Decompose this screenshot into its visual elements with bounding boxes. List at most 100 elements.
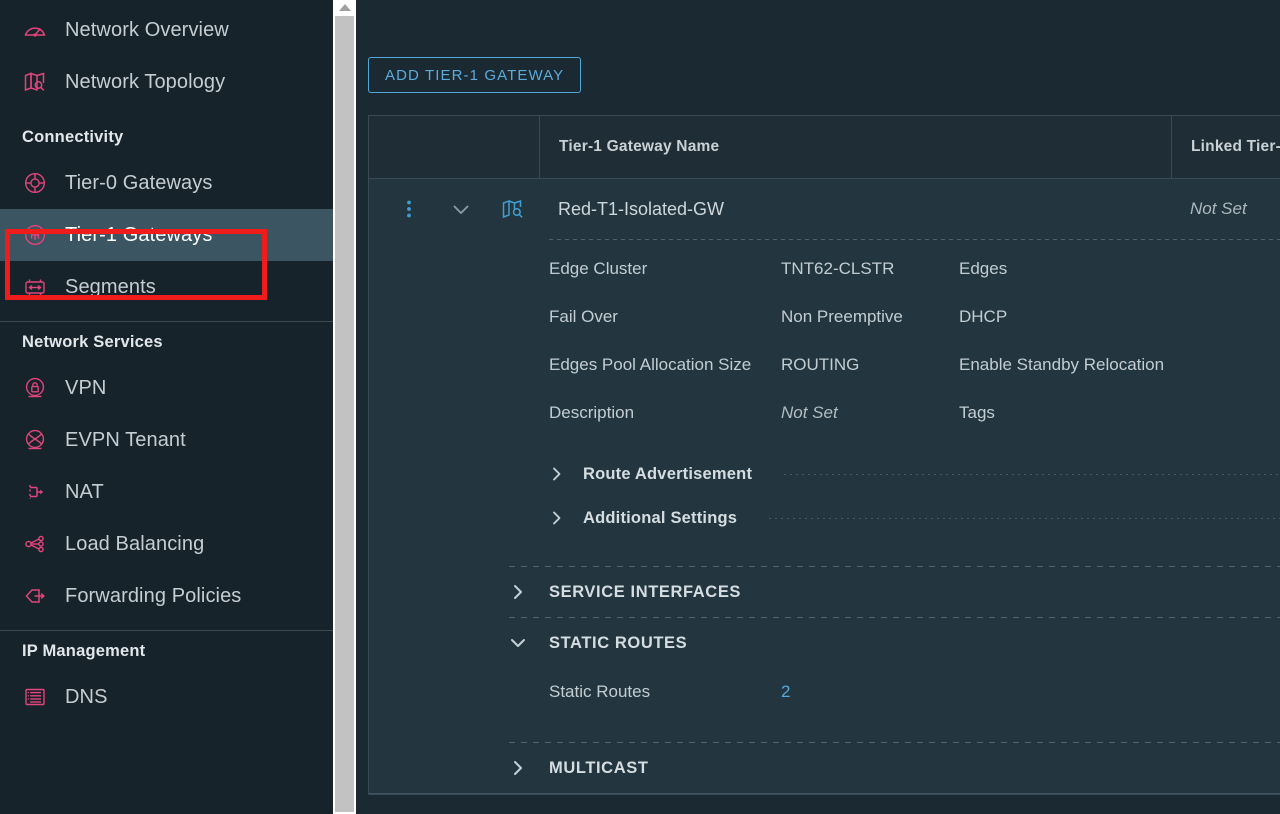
sidebar-item-label: Load Balancing [65, 532, 205, 555]
map-icon [22, 69, 48, 95]
sidebar-item-label: Segments [65, 275, 156, 298]
tier-1-gateways-table: Tier-1 Gateway Name Linked Tier-0 Gatewa… [368, 115, 1280, 795]
main-content: ADD TIER-1 GATEWAY Tier-1 Gateway Name L… [333, 0, 1280, 814]
row-gateway-name: Red-T1-Isolated-GW [558, 198, 725, 219]
sidebar-item-tier-0-gateways[interactable]: Tier-0 Gateways [0, 157, 333, 209]
detail-spacer [369, 540, 1280, 566]
sidebar-item-nat[interactable]: NAT [0, 466, 333, 518]
sidebar-item-evpn-tenant[interactable]: EVPN Tenant [0, 414, 333, 466]
detail-properties: Edge Cluster TNT62-CLSTR Fail Over Non P… [369, 240, 1280, 452]
property-value: TNT62-CLSTR [781, 259, 895, 278]
chevron-right-icon [509, 759, 527, 777]
section-static-routes[interactable]: STATIC ROUTES [369, 618, 1280, 668]
tier0-gateway-icon [22, 170, 48, 196]
table-header-name[interactable]: Tier-1 Gateway Name [539, 116, 1171, 178]
add-tier-1-gateway-button[interactable]: ADD TIER-1 GATEWAY [368, 57, 582, 93]
property-value: ROUTING [781, 355, 860, 374]
property-value: Non Preemptive [781, 307, 903, 326]
detail-property: Enable Standby Relocation [959, 352, 1280, 378]
table-row[interactable]: Red-T1-Isolated-GW Not Set [369, 179, 1280, 239]
toggle-additional-settings[interactable]: Additional Settings [369, 496, 1280, 540]
property-label: Fail Over [549, 307, 618, 326]
property-label: Tags [959, 403, 995, 422]
gauge-icon [22, 17, 48, 43]
section-multicast[interactable]: MULTICAST [369, 743, 1280, 793]
sidebar-item-label: Tier-0 Gateways [65, 171, 213, 194]
detail-property: Edges Pool Allocation Size ROUTING [549, 352, 959, 378]
chevron-down-icon [509, 634, 527, 652]
sidebar-item-segments[interactable]: Segments [0, 261, 333, 313]
map-search-icon[interactable] [500, 196, 526, 222]
table-header-row: Tier-1 Gateway Name Linked Tier-0 Gatewa… [369, 116, 1280, 179]
detail-property: DHCP [959, 304, 1280, 330]
section-label: STATIC ROUTES [549, 633, 688, 652]
dotted-rule [769, 517, 1280, 519]
chevron-right-icon [549, 510, 565, 526]
table-header-linked-tier-0-gateway[interactable]: Linked Tier-0 Gateway [1171, 116, 1280, 178]
sidebar-item-vpn[interactable]: VPN [0, 362, 333, 414]
forwarding-policies-icon [22, 583, 48, 609]
load-balancing-icon [22, 531, 48, 557]
sidebar-item-label: EVPN Tenant [65, 428, 186, 451]
section-label: MULTICAST [549, 758, 649, 777]
detail-properties-right: Edges DHCP Enable Standby Relocation Tag… [959, 256, 1280, 448]
chevron-down-icon[interactable] [448, 196, 474, 222]
dotted-rule [784, 473, 1280, 475]
property-label: Edges Pool Allocation Size [549, 355, 752, 374]
table-header-gutter [369, 116, 539, 178]
sidebar-item-network-topology[interactable]: Network Topology [0, 56, 333, 108]
sidebar-group-title-network-services: Network Services [22, 332, 163, 351]
vpn-lock-icon [22, 375, 48, 401]
sidebar-item-label: NAT [65, 480, 104, 503]
sidebar-item-label: Tier-1 Gateways [65, 223, 213, 246]
kebab-menu-icon[interactable] [396, 196, 422, 222]
sidebar-item-network-overview[interactable]: Network Overview [0, 4, 333, 56]
sidebar-item-dns[interactable]: DNS [0, 671, 333, 723]
row-linked-tier-0-gateway: Not Set [1190, 199, 1247, 218]
left-sidebar: Network Overview Network Topology Connec… [0, 0, 333, 814]
chevron-right-icon [509, 583, 527, 601]
sidebar-item-load-balancing[interactable]: Load Balancing [0, 518, 333, 570]
sidebar-item-tier-1-gateways[interactable]: Tier-1 Gateways [0, 209, 333, 261]
nat-arrow-icon [22, 479, 48, 505]
property-label: DHCP [959, 307, 1008, 326]
static-routes-row: Static Routes 2 [369, 668, 1280, 716]
sidebar-item-label: VPN [65, 376, 107, 399]
property-label: Edge Cluster [549, 259, 648, 278]
detail-property: Description Not Set [549, 400, 959, 426]
detail-property: Edge Cluster TNT62-CLSTR [549, 256, 959, 282]
detail-property: Fail Over Non Preemptive [549, 304, 959, 330]
sidebar-item-label: Network Overview [65, 18, 229, 41]
detail-spacer [369, 716, 1280, 742]
toggle-route-advertisement[interactable]: Route Advertisement [369, 452, 1280, 496]
sidebar-group-title-connectivity: Connectivity [22, 127, 124, 146]
scroll-up-arrow-icon[interactable] [333, 0, 356, 14]
row-actions [369, 196, 539, 222]
chevron-right-icon [549, 466, 565, 482]
section-service-interfaces[interactable]: SERVICE INTERFACES [369, 567, 1280, 617]
sidebar-item-forwarding-policies[interactable]: Forwarding Policies [0, 570, 333, 622]
property-value: Not Set [781, 403, 838, 422]
app-root: Network Overview Network Topology Connec… [0, 0, 1280, 814]
property-label: Description [549, 403, 635, 422]
row-detail-panel: Edge Cluster TNT62-CLSTR Fail Over Non P… [369, 239, 1280, 794]
sidebar-scrollbar[interactable] [333, 0, 356, 814]
sidebar-group-title-ip-management: IP Management [22, 641, 146, 660]
sidebar-item-label: Network Topology [65, 70, 226, 93]
static-routes-label: Static Routes [549, 682, 651, 701]
static-routes-count-link[interactable]: 2 [781, 682, 790, 702]
sidebar-item-label: DNS [65, 685, 108, 708]
dns-server-icon [22, 684, 48, 710]
evpn-globe-icon [22, 427, 48, 453]
sidebar-item-label: Forwarding Policies [65, 584, 242, 607]
toggle-label: Additional Settings [583, 508, 738, 527]
detail-properties-left: Edge Cluster TNT62-CLSTR Fail Over Non P… [549, 256, 959, 448]
toggle-label: Route Advertisement [583, 464, 753, 483]
detail-property: Tags [959, 400, 1280, 426]
property-label: Edges [959, 259, 1008, 278]
property-label: Enable Standby Relocation [959, 355, 1165, 374]
tier1-gateway-icon [22, 222, 48, 248]
scrollbar-thumb[interactable] [335, 16, 354, 812]
detail-property: Edges [959, 256, 1280, 282]
segments-icon [22, 274, 48, 300]
